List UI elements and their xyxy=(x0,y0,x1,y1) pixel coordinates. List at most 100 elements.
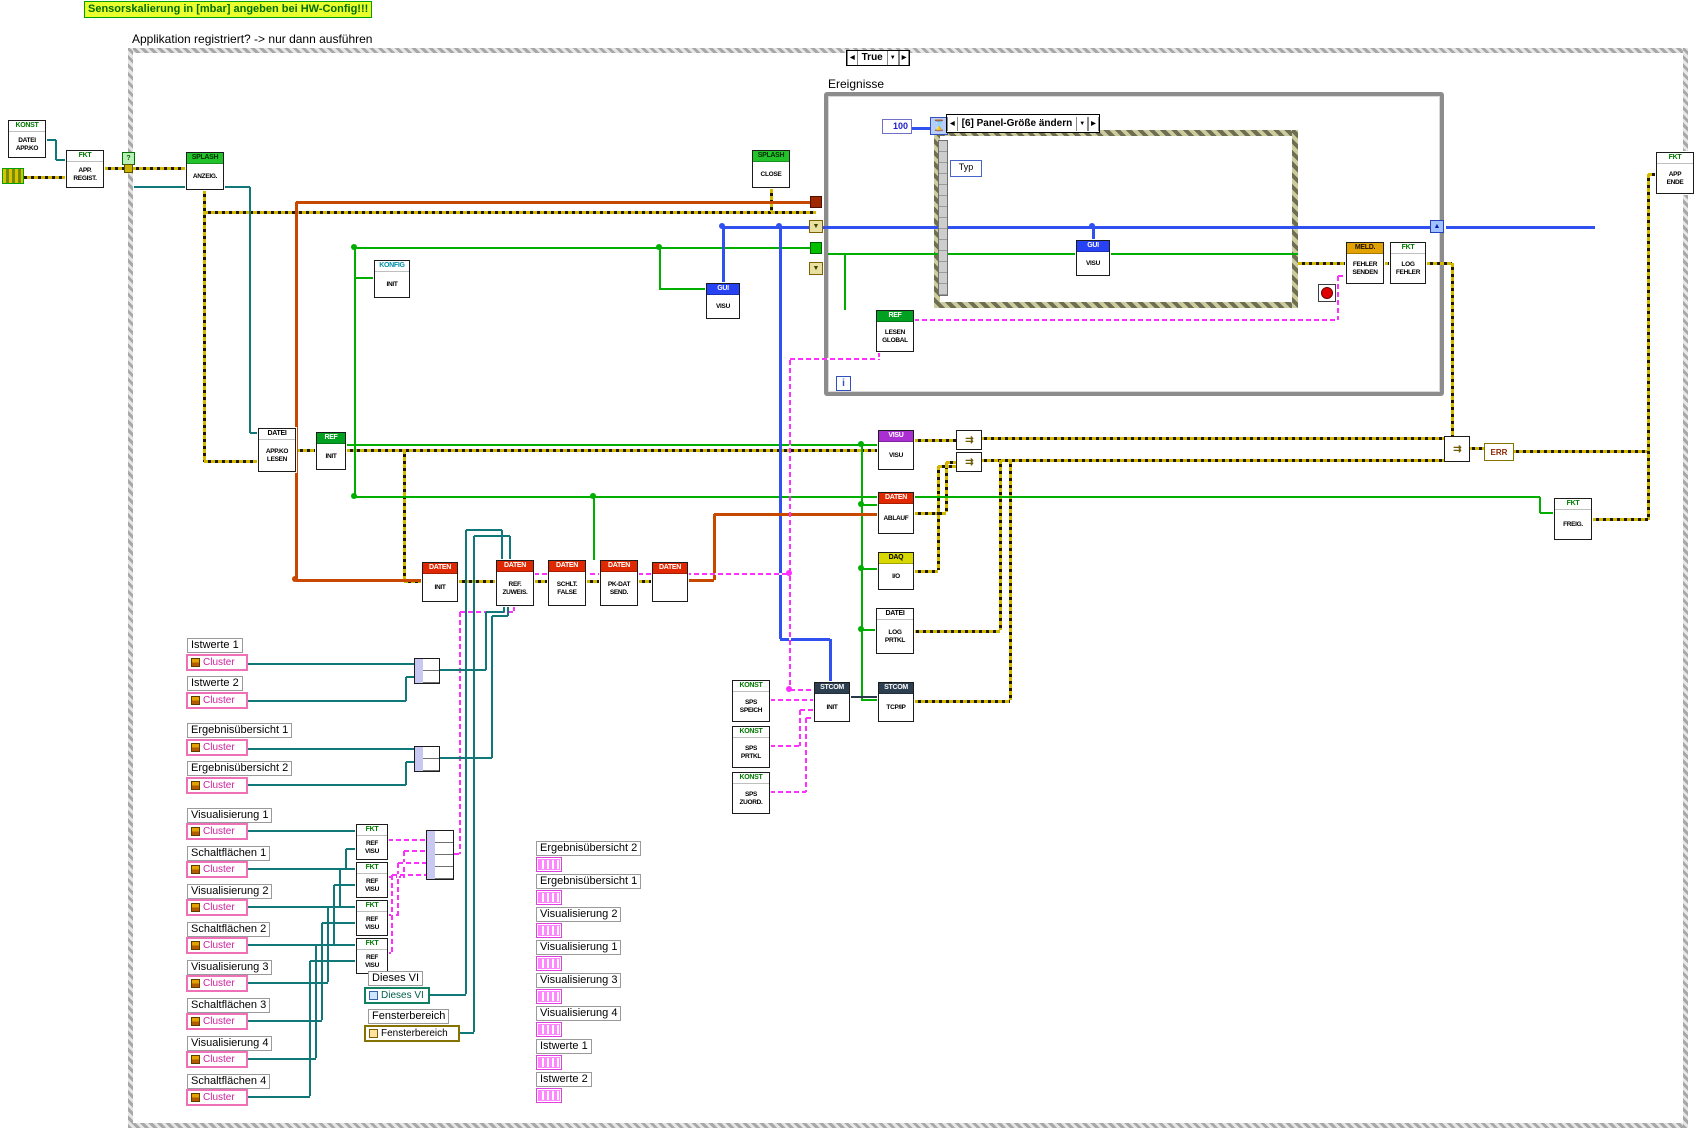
merge-errors-3[interactable]: ⇉ xyxy=(1444,436,1470,462)
istwerte-2[interactable]: Cluster xyxy=(186,692,248,709)
event-data-typ-terminal[interactable]: Typ xyxy=(950,160,982,177)
event-data-node[interactable] xyxy=(938,140,948,296)
schaltflaechen-4[interactable]: Cluster xyxy=(186,1089,248,1106)
error-out-box[interactable]: ERR xyxy=(1484,443,1514,461)
merge-errors-1[interactable]: ⇉ xyxy=(956,430,982,450)
case-selector[interactable]: ◀ True ▼ ▶ xyxy=(846,50,911,66)
event-selector-dropdown-icon[interactable]: ▼ xyxy=(1076,116,1089,131)
ergebnisuebersicht-2[interactable]: Cluster xyxy=(186,777,248,794)
daten-weitere[interactable]: DATEN xyxy=(652,562,688,602)
stcom-tcpip[interactable]: STCOM TCP/IP xyxy=(878,682,914,722)
grn-wire-46 xyxy=(861,445,863,701)
cluster-icon xyxy=(191,743,200,752)
event-case-selector[interactable]: ◀ [6] Panel-Größe ändern ▼ ▶ xyxy=(946,114,1100,133)
fkt-freig[interactable]: FKT FREIG. xyxy=(1554,498,1592,540)
daten-pkdat-send[interactable]: DATEN PK-DAT SEND. xyxy=(600,560,638,606)
pnk-wire-81 xyxy=(914,319,1338,321)
daten-ref-zuweis[interactable]: DATEN REF. ZUWEIS. xyxy=(496,560,534,606)
meld-fehler-senden[interactable]: MELD. FEHLER SENDEN xyxy=(1346,242,1384,284)
splash-close[interactable]: SPLASH CLOSE xyxy=(752,150,790,188)
konst-sps-speich[interactable]: KONST SPS SPEICH xyxy=(732,680,770,722)
datei-log-prtkl[interactable]: DATEI LOG PRTKL xyxy=(876,608,914,654)
visualisierung-2[interactable]: Cluster xyxy=(186,899,248,916)
splash-anzeig[interactable]: SPLASH ANZEIG. xyxy=(186,152,224,190)
daten-schlt-false[interactable]: DATEN SCHLT. FALSE xyxy=(548,560,586,606)
gui-visu-main[interactable]: GUI VISU xyxy=(706,283,740,319)
case-selector-next-icon[interactable]: ▶ xyxy=(898,51,910,65)
visualisierung-2-out[interactable] xyxy=(536,923,562,938)
fkt-ref-visu-3[interactable]: FKT REF VISU xyxy=(356,900,388,936)
schaltflaechen-1[interactable]: Cluster xyxy=(186,861,248,878)
case-selector-dropdown-icon[interactable]: ▼ xyxy=(886,51,899,65)
konst-sps-speich-header: KONST xyxy=(733,681,769,692)
visualisierung-1[interactable]: Cluster xyxy=(186,823,248,840)
event-selector-value[interactable]: [6] Panel-Größe ändern xyxy=(958,117,1077,131)
schaltflaechen-3[interactable]: Cluster xyxy=(186,1013,248,1030)
daten-schlt-false-label: SCHLT. FALSE xyxy=(549,572,585,605)
error-cluster-constant[interactable] xyxy=(2,168,24,184)
ergebnisuebersicht-1-out[interactable] xyxy=(536,890,562,905)
konst-datei-appko[interactable]: KONST DATEI APP.KO xyxy=(8,120,46,158)
visualisierung-3-out[interactable] xyxy=(536,989,562,1004)
bundle-ergebnisuebersicht[interactable] xyxy=(414,746,440,772)
ref-lesen-global[interactable]: REF LESEN GLOBAL xyxy=(876,310,914,352)
datei-appko-lesen-line-1: APP.KO xyxy=(265,447,289,455)
merge-errors-2[interactable]: ⇉ xyxy=(956,452,982,472)
istwerte-2-out[interactable] xyxy=(536,1088,562,1103)
bundle-visualisierung[interactable] xyxy=(426,830,454,880)
event-timeout-constant[interactable]: 100 xyxy=(882,119,912,134)
gui-visu-event[interactable]: GUI VISU xyxy=(1076,240,1110,276)
daten-init[interactable]: DATEN INIT xyxy=(422,562,458,602)
daten-pkdat-send-label: PK-DAT SEND. xyxy=(601,572,637,605)
stcom-init[interactable]: STCOM INIT xyxy=(814,682,850,722)
pnk-wire-78 xyxy=(770,791,806,793)
fkt-ref-visu-1[interactable]: FKT REF VISU xyxy=(356,824,388,860)
grn-wire-51 xyxy=(828,253,1076,255)
fkt-log-fehler[interactable]: FKT LOG FEHLER xyxy=(1390,242,1426,284)
info-icon[interactable]: i xyxy=(836,376,851,391)
bundle-istwerte[interactable] xyxy=(414,658,440,684)
fkt-log-fehler-label: LOG FEHLER xyxy=(1391,254,1425,283)
fkt-ref-visu-2[interactable]: FKT REF VISU xyxy=(356,862,388,898)
fkt-app-regist[interactable]: FKT APP. REGIST. xyxy=(66,150,104,188)
daq-io-label: I/O xyxy=(879,564,913,589)
case-selector-value[interactable]: True xyxy=(858,51,887,65)
dieses-vi[interactable]: Dieses VI xyxy=(364,987,430,1004)
fkt-app-ende[interactable]: FKT APP ENDE xyxy=(1656,152,1694,194)
schaltflaechen-2[interactable]: Cluster xyxy=(186,937,248,954)
visualisierung-4[interactable]: Cluster xyxy=(186,1051,248,1068)
visualisierung-1-out[interactable] xyxy=(536,956,562,971)
istwerte-1[interactable]: Cluster xyxy=(186,654,248,671)
case-selector-prev-icon[interactable]: ◀ xyxy=(847,51,858,65)
fkt-ref-visu-4[interactable]: FKT REF VISU xyxy=(356,938,388,974)
event-selector-next-icon[interactable]: ▶ xyxy=(1088,116,1099,131)
konst-sps-prtkl-header: KONST xyxy=(733,727,769,738)
tea-wire-109 xyxy=(248,784,406,786)
stop-button[interactable] xyxy=(1318,284,1336,302)
event-selector-prev-icon[interactable]: ◀ xyxy=(947,116,958,131)
visualisierung-3[interactable]: Cluster xyxy=(186,975,248,992)
daten-init-label: INIT xyxy=(423,574,457,601)
daten-ablauf[interactable]: DATEN ABLAUF xyxy=(878,492,914,534)
konst-sps-zuord[interactable]: KONST SPS ZUORD. xyxy=(732,772,770,814)
istwerte-1-out[interactable] xyxy=(536,1055,562,1070)
err-wire-3 xyxy=(203,190,206,462)
visu-visu[interactable]: VISU VISU xyxy=(878,430,914,470)
fensterbereich[interactable]: Fensterbereich xyxy=(364,1025,460,1042)
datei-appko-lesen[interactable]: DATEI APP.KO LESEN xyxy=(258,428,296,472)
daten-schlt-false-line-1: SCHLT. xyxy=(556,580,578,588)
fkt-app-regist-header: FKT xyxy=(67,151,103,162)
konst-sps-zuord-header: KONST xyxy=(733,773,769,784)
ergebnisuebersicht-1[interactable]: Cluster xyxy=(186,739,248,756)
visualisierung-4-out[interactable] xyxy=(536,1022,562,1037)
ergebnisuebersicht-2-out[interactable] xyxy=(536,857,562,872)
diagram-comment[interactable]: Sensorskalierung in [mbar] angeben bei H… xyxy=(84,1,373,18)
konst-sps-prtkl[interactable]: KONST SPS PRTKL xyxy=(732,726,770,768)
daq-io[interactable]: DAQ I/O xyxy=(878,552,914,590)
ref-init[interactable]: REF INIT xyxy=(316,432,346,470)
stcom-tcpip-header: STCOM xyxy=(879,683,913,694)
tea-wire-123 xyxy=(346,848,356,850)
grn-wire-37 xyxy=(354,248,356,497)
konfig-init[interactable]: KONFIG INIT xyxy=(374,260,410,298)
fkt-app-ende-line-1: APP xyxy=(1668,170,1682,178)
